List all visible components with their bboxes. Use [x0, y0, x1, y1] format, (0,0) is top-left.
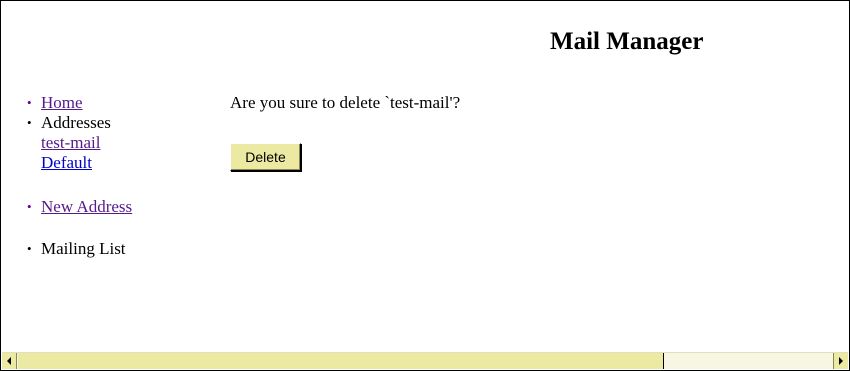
bullet-icon: • [27, 95, 32, 110]
sidebar-nav: • Home • Addresses test-mail Default • N… [27, 93, 132, 259]
mailing-list-label: Mailing List [41, 239, 126, 258]
triangle-right-icon [839, 357, 843, 365]
nav-item-addresses: • Addresses [27, 113, 132, 133]
address-item-test-mail: test-mail [27, 133, 132, 153]
nav-item-mailing-list: • Mailing List [27, 239, 132, 259]
delete-confirmation-text: Are you sure to delete `test-mail'? [230, 93, 461, 112]
bullet-icon: • [27, 199, 32, 214]
address-link-default[interactable]: Default [41, 153, 92, 172]
address-link-test-mail[interactable]: test-mail [41, 133, 100, 152]
scroll-left-button[interactable] [2, 353, 17, 369]
scroll-right-button[interactable] [833, 353, 848, 369]
addresses-label: Addresses [41, 113, 111, 132]
delete-button[interactable]: Delete [230, 143, 301, 171]
horizontal-scrollbar[interactable] [2, 352, 848, 369]
nav-item-new-address: • New Address [27, 197, 132, 217]
nav-item-home: • Home [27, 93, 132, 113]
bullet-icon: • [27, 115, 32, 130]
home-link[interactable]: Home [41, 93, 83, 112]
main-content: Are you sure to delete `test-mail'? Dele… [230, 93, 461, 171]
bullet-icon: • [27, 241, 32, 256]
scrollbar-thumb[interactable] [18, 353, 664, 369]
browser-page: Mail Manager • Home • Addresses test-mai… [0, 0, 850, 371]
triangle-left-icon [7, 357, 11, 365]
address-item-default: Default [27, 153, 132, 173]
page-title: Mail Manager [550, 28, 704, 55]
new-address-link[interactable]: New Address [41, 197, 132, 216]
